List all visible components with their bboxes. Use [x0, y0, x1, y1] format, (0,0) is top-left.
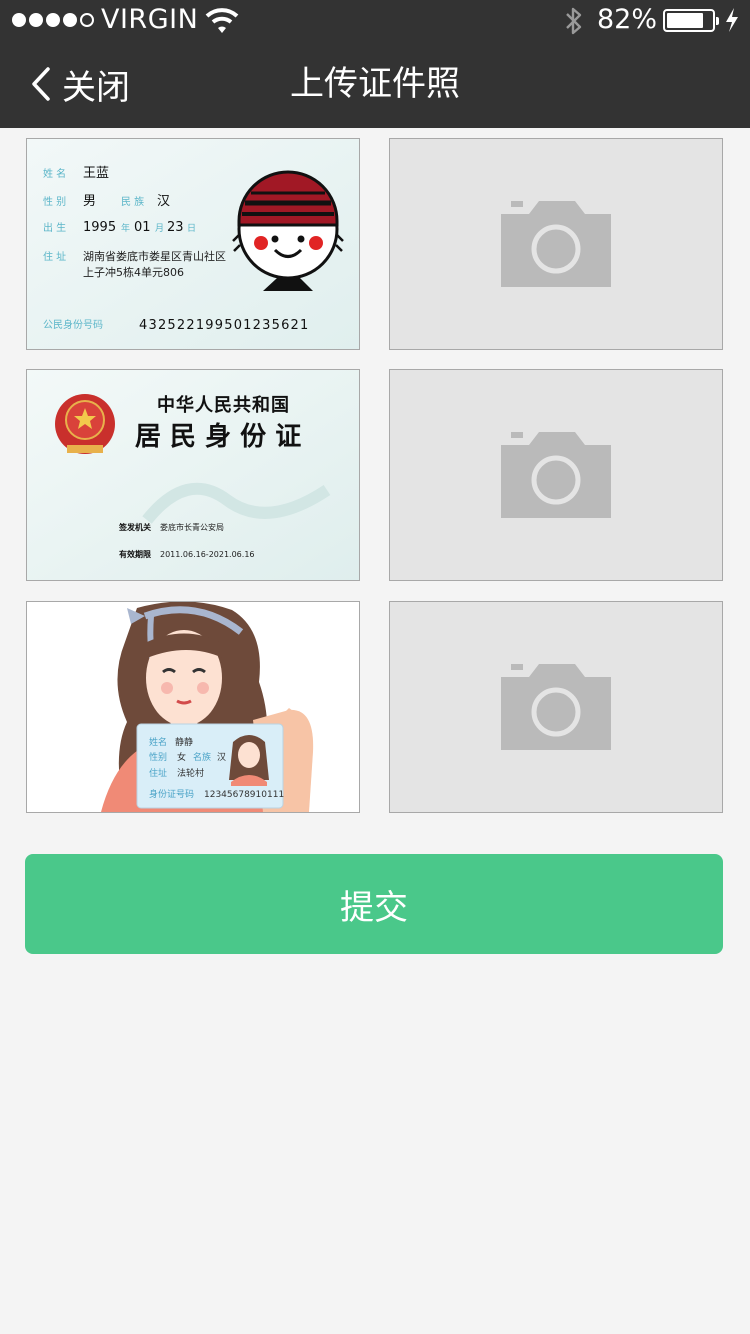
hold-address: 法轮村	[177, 767, 204, 779]
id-sex: 男	[83, 194, 96, 209]
battery-icon	[663, 9, 719, 32]
hold-sex: 女	[177, 751, 186, 763]
camera-icon	[501, 432, 611, 518]
hold-ethnicity-label: 名族	[193, 751, 211, 763]
wifi-icon	[205, 8, 239, 33]
signal-strength-icon	[12, 13, 94, 27]
id-birth-month: 01	[134, 220, 151, 235]
id-name-label: 姓 名	[43, 167, 66, 180]
page-title: 上传证件照	[290, 64, 460, 104]
id-back-card: 中华人民共和国 居 民 身 份 证 签发机关 娄底市长青公安局 有效期限 201…	[27, 370, 359, 580]
id-address-line2: 上子冲5栋4单元806	[83, 265, 184, 279]
holding-id-example: 姓名 静静 性别 女 名族 汉 住址 法轮村 身份证号码 12345678910…	[26, 601, 360, 813]
id-birth-day: 23	[167, 220, 184, 235]
id-day-unit: 日	[187, 223, 196, 234]
id-front-card: 姓 名 王蓝 性 别 男 民 族 汉 出 生 1995 年 01 月 23 日 …	[27, 139, 359, 349]
id-validity: 2011.06.16-2021.06.16	[160, 550, 255, 559]
hold-address-label: 住址	[149, 767, 167, 779]
navigation-bar: 关闭 上传证件照	[0, 40, 750, 128]
status-bar: VIRGIN 82%	[0, 0, 750, 40]
upload-holding-id-button[interactable]	[389, 601, 723, 813]
bluetooth-icon	[566, 7, 582, 35]
id-ethnicity: 汉	[157, 194, 170, 209]
battery-percent: 82%	[597, 4, 658, 35]
hold-sex-label: 性别	[149, 751, 167, 763]
id-validity-label: 有效期限	[119, 549, 151, 559]
hold-ethnicity: 汉	[217, 752, 226, 763]
hold-id-number: 12345678910111	[204, 790, 284, 800]
id-birth-year: 1995	[83, 220, 116, 235]
national-emblem-icon	[55, 394, 115, 454]
hold-id-label: 身份证号码	[149, 788, 194, 800]
charging-bolt-icon	[726, 8, 738, 32]
id-sex-label: 性 别	[43, 195, 66, 208]
id-number-label: 公民身份号码	[43, 318, 103, 331]
id-name: 王蓝	[83, 166, 109, 181]
upload-id-back-button[interactable]	[389, 369, 723, 581]
camera-icon	[501, 201, 611, 287]
id-month-unit: 月	[155, 223, 164, 234]
hold-name: 静静	[175, 736, 193, 748]
id-back-example: 中华人民共和国 居 民 身 份 证 签发机关 娄底市长青公安局 有效期限 201…	[26, 369, 360, 581]
id-authority: 娄底市长青公安局	[160, 522, 224, 532]
id-address-label: 住 址	[43, 250, 66, 263]
id-number: 432522199501235621	[139, 318, 309, 333]
upload-id-front-button[interactable]	[389, 138, 723, 350]
id-ethnicity-label: 民 族	[121, 195, 144, 208]
id-year-unit: 年	[121, 222, 130, 234]
submit-button[interactable]: 提交	[25, 854, 723, 954]
card-portrait-icon	[229, 735, 269, 786]
top-bar: VIRGIN 82% 关闭 上传证件照	[0, 0, 750, 128]
id-country: 中华人民共和国	[157, 394, 290, 416]
id-authority-label: 签发机关	[118, 522, 151, 532]
camera-icon	[501, 664, 611, 750]
carrier-name: VIRGIN	[101, 4, 199, 35]
id-birth-label: 出 生	[43, 221, 66, 234]
id-card-name: 居 民 身 份 证	[135, 421, 301, 452]
id-address-line1: 湖南省娄底市娄星区青山社区	[83, 249, 226, 263]
id-front-example: 姓 名 王蓝 性 别 男 民 族 汉 出 生 1995 年 01 月 23 日 …	[26, 138, 360, 350]
holding-id-illustration: 姓名 静静 性别 女 名族 汉 住址 法轮村 身份证号码 12345678910…	[27, 602, 359, 812]
hold-name-label: 姓名	[149, 736, 167, 748]
